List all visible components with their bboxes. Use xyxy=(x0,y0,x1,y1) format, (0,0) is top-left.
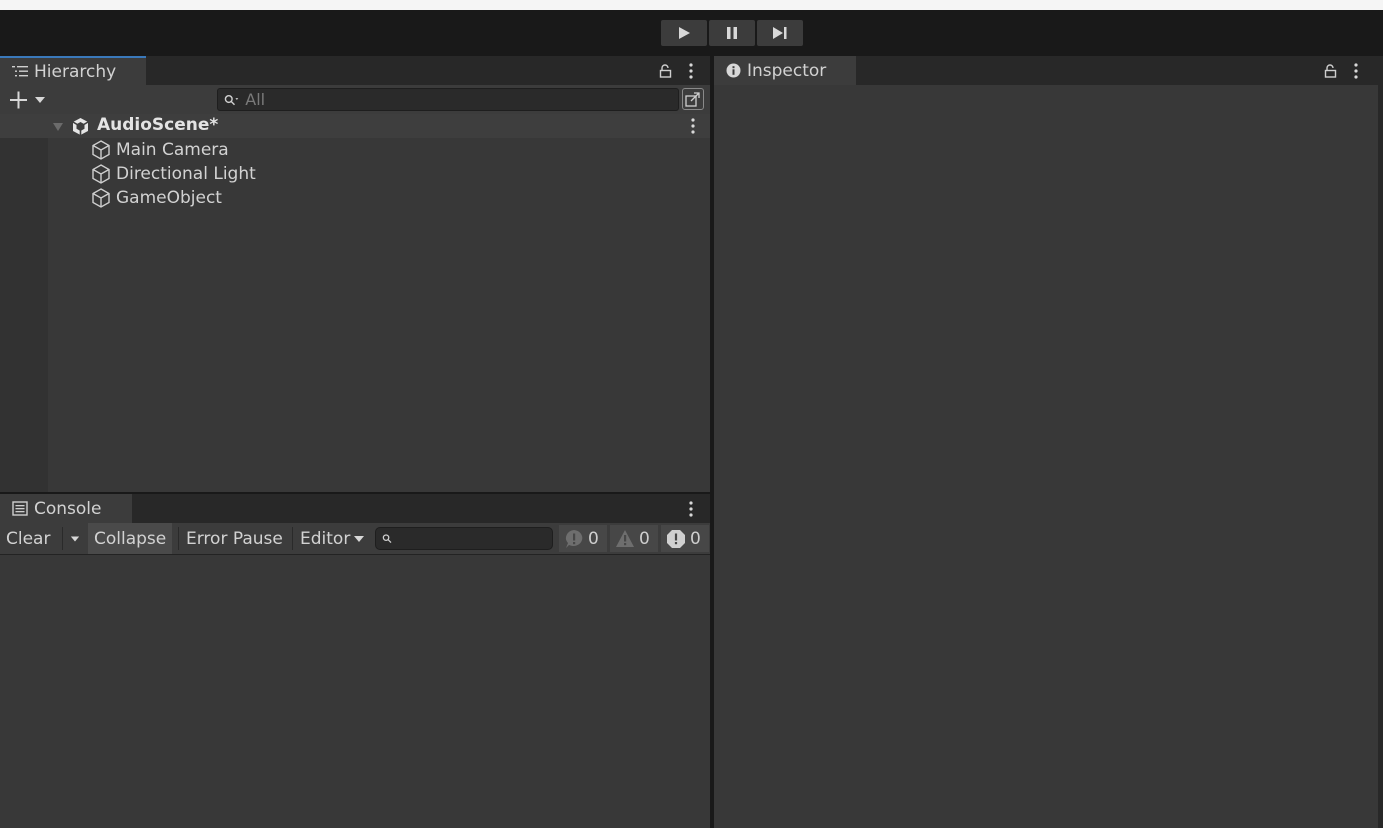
create-dropdown-button[interactable] xyxy=(6,89,48,111)
right-edge-strip xyxy=(1378,56,1383,828)
hierarchy-item-label: GameObject xyxy=(116,188,222,208)
pause-icon xyxy=(727,27,737,39)
hierarchy-search-input[interactable] xyxy=(239,90,678,109)
external-window-icon xyxy=(685,92,700,107)
inspector-menu-button[interactable] xyxy=(1346,61,1366,81)
kebab-menu-icon xyxy=(689,63,693,79)
hierarchy-menu-button[interactable] xyxy=(681,61,701,81)
search-icon xyxy=(224,94,239,105)
chevron-down-icon xyxy=(70,536,80,541)
console-tabbar: Console xyxy=(0,494,710,523)
hierarchy-item-gameobject[interactable]: GameObject xyxy=(90,186,222,210)
play-button[interactable] xyxy=(661,20,707,46)
console-menu-button[interactable] xyxy=(681,499,701,519)
separator xyxy=(292,527,293,550)
lock-button[interactable] xyxy=(655,61,675,81)
warning-count: 0 xyxy=(639,528,650,549)
hierarchy-toolbar xyxy=(0,85,710,115)
console-search-field[interactable] xyxy=(375,527,553,550)
play-icon xyxy=(679,27,690,39)
unity-scene-icon xyxy=(72,118,89,135)
clear-options-dropdown[interactable] xyxy=(64,523,86,554)
kebab-menu-icon xyxy=(689,501,693,517)
chevron-down-icon xyxy=(354,535,365,542)
collapse-label: Collapse xyxy=(94,528,167,549)
info-count-toggle[interactable]: 0 xyxy=(559,525,607,552)
inspector-lock-button[interactable] xyxy=(1320,61,1340,81)
hierarchy-panel: Hierarchy All AudioScene* Main Camera Di… xyxy=(0,56,710,492)
info-icon xyxy=(565,529,583,548)
hierarchy-item-label: Directional Light xyxy=(116,164,256,184)
tab-console-label: Console xyxy=(34,498,102,519)
lock-icon xyxy=(1324,64,1336,78)
error-pause-button[interactable]: Error Pause xyxy=(180,523,289,554)
console-icon xyxy=(12,501,28,516)
collapse-button[interactable]: Collapse xyxy=(88,523,173,554)
search-icon xyxy=(382,533,392,543)
error-count: 0 xyxy=(690,528,701,549)
gameobject-cube-icon xyxy=(92,164,110,184)
tab-console[interactable]: Console xyxy=(0,494,132,523)
console-panel: Console Clear Collapse Error Pause Edito… xyxy=(0,494,710,828)
separator xyxy=(178,527,179,550)
scene-menu-icon[interactable] xyxy=(691,118,695,134)
info-count: 0 xyxy=(588,528,599,549)
lock-icon xyxy=(659,64,671,78)
plus-icon xyxy=(10,91,45,109)
main-toolbar xyxy=(0,10,1383,54)
error-icon xyxy=(667,529,685,548)
hierarchy-list-icon xyxy=(12,66,28,77)
hierarchy-item-main-camera[interactable]: Main Camera xyxy=(90,138,229,162)
editor-label: Editor xyxy=(300,528,351,549)
tab-hierarchy-label: Hierarchy xyxy=(34,61,117,82)
gameobject-cube-icon xyxy=(92,140,110,160)
hierarchy-tree: AudioScene* Main Camera Directional Ligh… xyxy=(0,114,710,492)
hierarchy-gutter xyxy=(0,114,48,492)
inspector-tabbar: Inspector xyxy=(714,56,1378,85)
error-count-toggle[interactable]: 0 xyxy=(661,525,709,552)
kebab-menu-icon xyxy=(1354,63,1358,79)
hierarchy-item-label: Main Camera xyxy=(116,140,229,160)
inspector-panel: Inspector xyxy=(714,56,1378,828)
gameobject-cube-icon xyxy=(92,188,110,208)
editor-dropdown[interactable]: Editor xyxy=(294,523,371,554)
console-toolbar: Clear Collapse Error Pause Editor 0 0 0 xyxy=(0,523,710,555)
scene-visibility-button[interactable] xyxy=(682,88,704,110)
hierarchy-item-directional-light[interactable]: Directional Light xyxy=(90,162,256,186)
console-log-area[interactable] xyxy=(0,555,710,828)
info-circle-icon xyxy=(726,63,741,78)
step-icon xyxy=(773,27,787,39)
scene-row[interactable]: AudioScene* xyxy=(0,114,710,138)
pause-button[interactable] xyxy=(709,20,755,46)
clear-label: Clear xyxy=(6,528,51,549)
tab-inspector-label: Inspector xyxy=(747,60,827,81)
foldout-arrow-icon[interactable] xyxy=(52,121,64,133)
tab-inspector[interactable]: Inspector xyxy=(714,56,856,85)
separator xyxy=(62,527,63,550)
scene-name: AudioScene* xyxy=(97,115,219,135)
window-top-strip xyxy=(0,0,1383,10)
step-button[interactable] xyxy=(757,20,803,46)
hierarchy-search-field[interactable] xyxy=(217,88,679,111)
warning-count-toggle[interactable]: 0 xyxy=(610,525,658,552)
hierarchy-tabbar: Hierarchy xyxy=(0,56,710,85)
clear-button[interactable]: Clear xyxy=(0,523,56,554)
console-search-input[interactable] xyxy=(392,529,552,548)
warning-icon xyxy=(616,530,634,547)
error-pause-label: Error Pause xyxy=(186,528,283,549)
tab-hierarchy[interactable]: Hierarchy xyxy=(0,56,146,85)
